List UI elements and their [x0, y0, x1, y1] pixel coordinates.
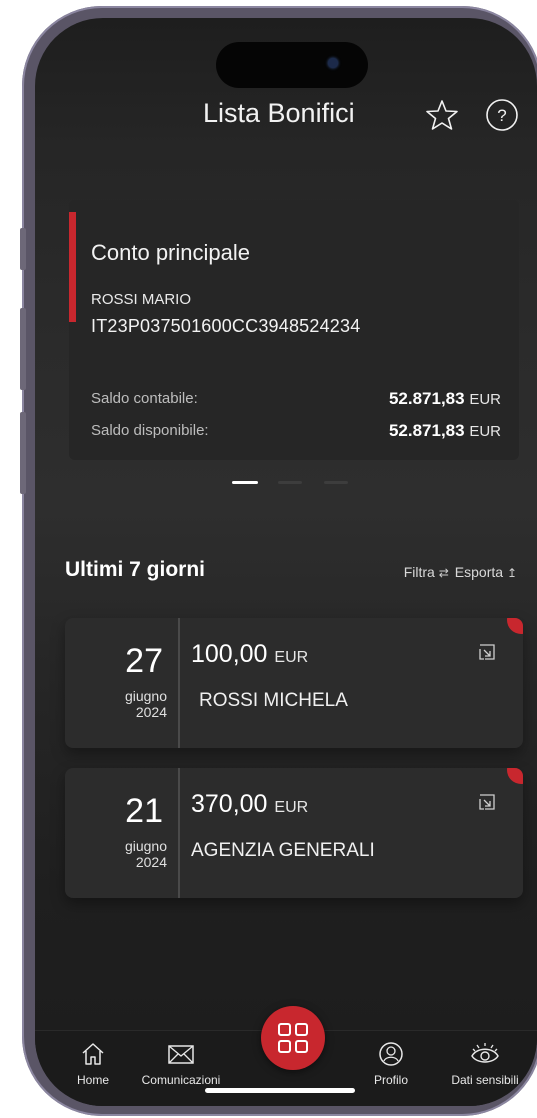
mute-switch	[20, 228, 26, 270]
grid-icon	[278, 1023, 308, 1053]
account-name: Conto principale	[91, 240, 250, 265]
svg-text:?: ?	[497, 106, 506, 125]
section-title: Ultimi 7 giorni	[65, 558, 206, 581]
transaction-payee: AGENZIA GENERALI	[191, 840, 375, 861]
transaction-amount: 370,00 EUR	[191, 790, 309, 818]
transaction-amount: 100,00 EUR	[191, 640, 309, 668]
transaction-card[interactable]: 21 giugno 2024 370,00 EUR AGENZIA GENERAL…	[65, 768, 523, 898]
export-icon: ↥	[506, 566, 517, 580]
filter-button[interactable]: Filtra ⇄	[404, 564, 449, 580]
balance-accounting-value: 52.871,83 EUR	[388, 389, 501, 408]
transaction-date: giugno 2024	[124, 688, 167, 720]
nav-home-label: Home	[76, 1073, 109, 1087]
account-iban: IT23P037501600CC3948524234	[91, 316, 361, 336]
transaction-date: giugno 2024	[124, 838, 167, 870]
eye-icon	[471, 1043, 499, 1063]
divider	[178, 768, 180, 898]
app-screen: Lista Bonifici ? Conto principale ROSSI …	[35, 18, 537, 1106]
pager-dot[interactable]	[278, 481, 302, 484]
page-title: Lista Bonifici	[203, 98, 355, 128]
nav-home[interactable]: Home	[43, 1041, 143, 1087]
balance-accounting-label: Saldo contabile:	[91, 390, 198, 407]
nav-profile-label: Profilo	[373, 1073, 408, 1087]
mail-icon	[168, 1045, 194, 1064]
home-indicator	[205, 1088, 355, 1093]
balance-available-value: 52.871,83 EUR	[388, 421, 501, 440]
account-holder: ROSSI MARIO	[91, 291, 192, 308]
camera-icon	[328, 58, 338, 68]
star-icon[interactable]	[425, 98, 459, 132]
nav-sensitive-data[interactable]: Dati sensibili	[435, 1041, 535, 1087]
transaction-card[interactable]: 27 giugno 2024 100,00 EUR ROSSI MICHELA	[65, 618, 523, 748]
open-detail-icon[interactable]	[479, 794, 495, 810]
nav-sensitive-label: Dati sensibili	[451, 1073, 519, 1087]
filter-icon: ⇄	[438, 566, 449, 580]
pager-dot[interactable]	[324, 481, 348, 484]
section-actions: Filtra ⇄ Esporta ↥	[404, 564, 517, 580]
transaction-payee: ROSSI MICHELA	[199, 690, 348, 711]
volume-up-button	[20, 308, 26, 390]
open-detail-icon[interactable]	[479, 644, 495, 660]
help-icon[interactable]: ?	[485, 98, 519, 132]
divider	[178, 618, 180, 748]
balance-available-label: Saldo disponibile:	[91, 422, 209, 439]
pager-dot-active[interactable]	[232, 481, 258, 484]
home-icon	[82, 1043, 104, 1065]
new-badge	[507, 618, 523, 634]
nav-messages-label: Comunicazioni	[141, 1073, 221, 1087]
new-badge	[507, 768, 523, 784]
account-card[interactable]: Conto principale ROSSI MARIO IT23P037501…	[69, 200, 519, 460]
nav-messages[interactable]: Comunicazioni	[131, 1041, 231, 1087]
dynamic-island	[216, 42, 368, 88]
menu-grid-button[interactable]	[261, 1006, 325, 1070]
nav-profile[interactable]: Profilo	[341, 1041, 441, 1087]
volume-down-button	[20, 412, 26, 494]
profile-icon	[379, 1042, 403, 1066]
account-accent-bar	[69, 212, 76, 322]
export-button[interactable]: Esporta ↥	[455, 564, 517, 580]
